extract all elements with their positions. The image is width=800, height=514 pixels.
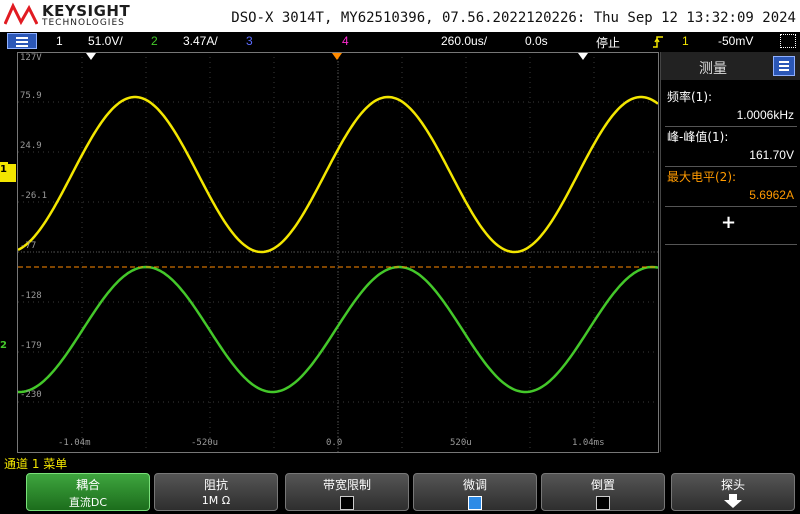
softkey-probe[interactable]: 探头 <box>671 473 795 511</box>
ch1-trigger-level-icon <box>0 162 8 164</box>
measurement-panel-title: 测量 <box>699 61 727 77</box>
divider <box>665 126 797 127</box>
x-label: 520u <box>450 438 472 448</box>
ch1-ground-marker[interactable]: 1 <box>0 164 16 182</box>
measurement-value: 5.6962A <box>749 188 794 202</box>
arrow-down-icon <box>724 494 742 508</box>
softkey-title: 探头 <box>720 478 745 492</box>
divider <box>665 244 797 245</box>
brand-subtitle: TECHNOLOGIES <box>42 18 125 28</box>
fine-checkbox[interactable] <box>468 496 482 510</box>
time-delay[interactable]: 0.0s <box>525 34 548 48</box>
ch2-marker-label: 2 <box>0 340 7 351</box>
ch1-waveform <box>18 95 658 254</box>
y-label: -128 <box>20 291 42 301</box>
softkey-bandwidth-limit[interactable]: 带宽限制 <box>285 473 409 511</box>
y-label: 127V <box>20 53 42 63</box>
softkey-title: 微调 <box>462 478 487 492</box>
y-label: 75.9 <box>20 91 42 101</box>
softkey-bar: 耦合 直流DC 阻抗 1M Ω 带宽限制 微调 倒置 探头 <box>0 472 800 512</box>
waveform-traces <box>18 95 658 394</box>
softkey-title: 带宽限制 <box>322 478 371 492</box>
divider <box>665 206 797 207</box>
measurement-panel: 测量 频率(1): 1.0006kHz 峰-峰值(1): 161.70V 最大电… <box>660 52 800 452</box>
softkey-fine[interactable]: 微调 <box>413 473 537 511</box>
x-label: 0.0 <box>326 438 343 448</box>
ch2-scale[interactable]: 3.47A/ <box>183 34 218 48</box>
marker-right-icon <box>578 53 588 60</box>
run-state[interactable]: 停止 <box>596 34 620 51</box>
zoom-region-icon[interactable] <box>780 34 796 48</box>
ch4-number[interactable]: 4 <box>342 34 349 48</box>
x-label: -520u <box>191 438 219 448</box>
softkey-coupling[interactable]: 耦合 直流DC <box>26 473 150 511</box>
softkey-title: 倒置 <box>590 478 615 492</box>
status-bar: 1 51.0V/ 2 3.47A/ 3 4 260.0us/ 0.0s 停止 1… <box>0 32 800 52</box>
ch2-waveform <box>18 265 658 394</box>
trigger-position-icon[interactable] <box>332 53 342 61</box>
softkey-title: 耦合 <box>75 478 100 492</box>
menu-title: 通道 1 菜单 <box>4 457 68 471</box>
ch2-ground-marker[interactable]: 2 <box>0 340 16 358</box>
measurement-value: 161.70V <box>749 148 794 162</box>
main-menu-button[interactable] <box>7 33 37 49</box>
y-label: -179 <box>20 341 42 351</box>
device-info: DSO-X 3014T, MY62510396, 07.56.202212022… <box>231 10 796 26</box>
keysight-logo-icon <box>4 2 38 26</box>
add-measurement-button[interactable]: + <box>721 212 736 233</box>
softkey-value: 1M Ω <box>201 494 231 507</box>
x-label: -1.04m <box>58 438 91 448</box>
y-label: -77 <box>20 241 37 251</box>
y-label: -26.1 <box>20 191 48 201</box>
softkey-value: 直流DC <box>68 496 108 509</box>
measurement-panel-header: 测量 <box>661 52 800 80</box>
softkey-impedance[interactable]: 阻抗 1M Ω <box>154 473 278 511</box>
ch3-number[interactable]: 3 <box>246 34 253 48</box>
softkey-invert[interactable]: 倒置 <box>541 473 665 511</box>
x-label: 1.04ms <box>572 438 605 448</box>
divider <box>665 166 797 167</box>
waveform-display[interactable]: 127V 75.9 24.9 -26.1 -77 -128 -179 -230 … <box>18 52 658 452</box>
measurement-label[interactable]: 最大电平(2): <box>667 168 736 185</box>
y-label: -230 <box>20 390 42 400</box>
y-label: 24.9 <box>20 141 42 151</box>
measurement-value: 1.0006kHz <box>736 108 794 122</box>
trigger-edge-icon <box>653 36 663 48</box>
ch1-number[interactable]: 1 <box>56 34 63 48</box>
bandwidth-limit-checkbox[interactable] <box>340 496 354 510</box>
ch2-number[interactable]: 2 <box>151 34 158 48</box>
timebase-scale[interactable]: 260.0us/ <box>441 34 487 48</box>
invert-checkbox[interactable] <box>596 496 610 510</box>
trigger-level[interactable]: -50mV <box>718 34 753 48</box>
measurement-label[interactable]: 峰-峰值(1): <box>667 128 728 145</box>
trigger-source[interactable]: 1 <box>682 34 689 48</box>
softkey-title: 阻抗 <box>203 478 228 492</box>
header-bar: KEYSIGHT TECHNOLOGIES DSO-X 3014T, MY625… <box>0 0 800 32</box>
marker-left-icon <box>86 53 96 60</box>
panel-menu-icon[interactable] <box>773 56 795 76</box>
measurement-label[interactable]: 频率(1): <box>667 88 712 105</box>
ch1-scale[interactable]: 51.0V/ <box>88 34 123 48</box>
